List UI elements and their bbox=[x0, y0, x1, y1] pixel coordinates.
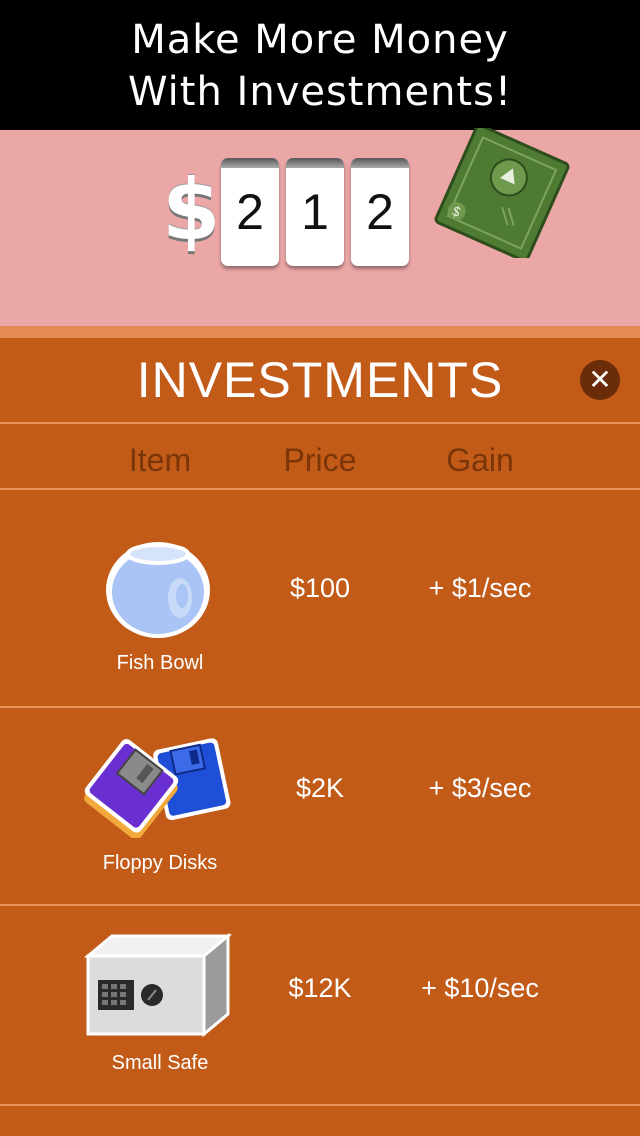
column-header-gain: Gain bbox=[446, 442, 514, 478]
safe-icon bbox=[83, 932, 233, 1038]
counter-digit-3: 2 bbox=[351, 158, 409, 266]
dollar-bill-icon: $ bbox=[434, 128, 570, 258]
investment-row-small-safe[interactable]: Small Safe $12K + $10/sec bbox=[0, 908, 640, 1104]
divider bbox=[0, 422, 640, 424]
investment-name: Small Safe bbox=[111, 1052, 209, 1074]
panel-title: INVESTMENTS bbox=[136, 352, 504, 408]
panel-top-strip bbox=[0, 326, 640, 338]
fish-bowl-icon bbox=[106, 542, 210, 638]
divider bbox=[0, 488, 640, 490]
divider bbox=[0, 904, 640, 906]
counter-digit-1: 2 bbox=[221, 158, 279, 266]
divider bbox=[0, 1104, 640, 1106]
investment-gain: + $10/sec bbox=[421, 973, 539, 1003]
close-icon[interactable]: ✕ bbox=[580, 360, 620, 400]
investment-name: Floppy Disks bbox=[102, 852, 218, 874]
investment-gain: + $3/sec bbox=[428, 773, 532, 803]
banner-line-1: Make More Money bbox=[131, 17, 509, 63]
investment-name: Fish Bowl bbox=[116, 652, 204, 674]
dollar-sign: $ bbox=[162, 161, 221, 259]
promo-banner: Make More Money With Investments! bbox=[0, 0, 640, 130]
banner-line-2: With Investments! bbox=[128, 69, 512, 115]
investment-gain: + $1/sec bbox=[428, 573, 532, 603]
investment-row-floppy-disks[interactable]: Floppy Disks $2K + $3/sec bbox=[0, 708, 640, 904]
counter-digit-2: 1 bbox=[286, 158, 344, 266]
investment-row-fish-bowl[interactable]: Fish Bowl $100 + $1/sec bbox=[0, 508, 640, 704]
floppy-disks-icon bbox=[84, 738, 231, 838]
